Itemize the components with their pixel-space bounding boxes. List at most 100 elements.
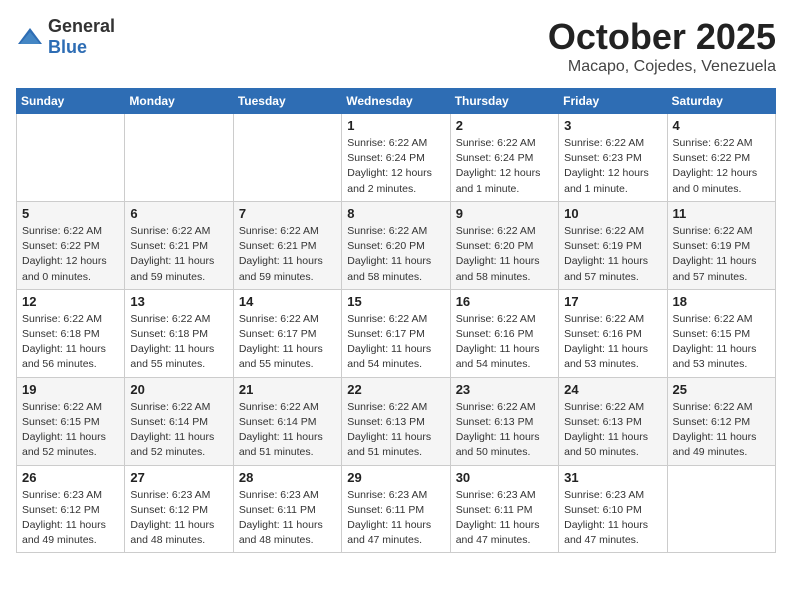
day-info: Sunrise: 6:22 AM Sunset: 6:21 PM Dayligh… xyxy=(130,224,227,285)
day-number: 21 xyxy=(239,382,336,397)
calendar-cell xyxy=(17,114,125,202)
day-number: 15 xyxy=(347,294,444,309)
calendar-cell: 29Sunrise: 6:23 AM Sunset: 6:11 PM Dayli… xyxy=(342,465,450,553)
day-number: 19 xyxy=(22,382,119,397)
day-info: Sunrise: 6:22 AM Sunset: 6:19 PM Dayligh… xyxy=(564,224,661,285)
weekday-header-saturday: Saturday xyxy=(667,89,775,114)
calendar-cell: 25 Sunrise: 6:22 AM Sunset: 6:12 PM Dayli… xyxy=(667,377,775,465)
day-info: Sunrise: 6:22 AM Sunset: 6:19 PM Dayligh… xyxy=(673,224,770,285)
calendar-cell: 1 Sunrise: 6:22 AM Sunset: 6:24 PM Daylig… xyxy=(342,114,450,202)
week-row-2: 12Sunrise: 6:22 AM Sunset: 6:18 PM Dayli… xyxy=(17,289,776,377)
location-subtitle: Macapo, Cojedes, Venezuela xyxy=(548,58,776,76)
calendar-body: 1 Sunrise: 6:22 AM Sunset: 6:24 PM Daylig… xyxy=(17,114,776,553)
calendar-cell: 23Sunrise: 6:22 AM Sunset: 6:13 PM Dayli… xyxy=(450,377,558,465)
day-info: Sunrise: 6:22 AM Sunset: 6:22 PM Dayligh… xyxy=(673,136,770,197)
calendar-cell: 13Sunrise: 6:22 AM Sunset: 6:18 PM Dayli… xyxy=(125,289,233,377)
calendar-cell: 17 Sunrise: 6:22 AM Sunset: 6:16 PM Dayli… xyxy=(559,289,667,377)
calendar-cell: 18 Sunrise: 6:22 AM Sunset: 6:15 PM Dayli… xyxy=(667,289,775,377)
calendar-header: SundayMondayTuesdayWednesdayThursdayFrid… xyxy=(17,89,776,114)
day-info: Sunrise: 6:23 AM Sunset: 6:11 PM Dayligh… xyxy=(456,488,553,549)
week-row-4: 26 Sunrise: 6:23 AM Sunset: 6:12 PM Dayli… xyxy=(17,465,776,553)
calendar-cell: 4 Sunrise: 6:22 AM Sunset: 6:22 PM Daylig… xyxy=(667,114,775,202)
calendar-cell xyxy=(125,114,233,202)
logo: General Blue xyxy=(16,16,115,58)
day-number: 31 xyxy=(564,470,661,485)
calendar-cell: 31 Sunrise: 6:23 AM Sunset: 6:10 PM Dayli… xyxy=(559,465,667,553)
week-row-1: 5 Sunrise: 6:22 AM Sunset: 6:22 PM Daylig… xyxy=(17,201,776,289)
day-info: Sunrise: 6:22 AM Sunset: 6:13 PM Dayligh… xyxy=(564,400,661,461)
calendar-cell: 7 Sunrise: 6:22 AM Sunset: 6:21 PM Daylig… xyxy=(233,201,341,289)
logo-icon xyxy=(16,26,44,48)
day-number: 16 xyxy=(456,294,553,309)
page-header: General Blue October 2025 Macapo, Cojede… xyxy=(16,16,776,76)
day-number: 6 xyxy=(130,206,227,221)
title-block: October 2025 Macapo, Cojedes, Venezuela xyxy=(548,16,776,76)
day-info: Sunrise: 6:22 AM Sunset: 6:21 PM Dayligh… xyxy=(239,224,336,285)
day-number: 1 xyxy=(347,118,444,133)
day-info: Sunrise: 6:22 AM Sunset: 6:17 PM Dayligh… xyxy=(347,312,444,373)
day-number: 25 xyxy=(673,382,770,397)
calendar-cell: 6 Sunrise: 6:22 AM Sunset: 6:21 PM Daylig… xyxy=(125,201,233,289)
day-info: Sunrise: 6:23 AM Sunset: 6:11 PM Dayligh… xyxy=(347,488,444,549)
weekday-header-monday: Monday xyxy=(125,89,233,114)
calendar-cell: 24 Sunrise: 6:22 AM Sunset: 6:13 PM Dayli… xyxy=(559,377,667,465)
day-info: Sunrise: 6:23 AM Sunset: 6:10 PM Dayligh… xyxy=(564,488,661,549)
day-number: 9 xyxy=(456,206,553,221)
day-info: Sunrise: 6:22 AM Sunset: 6:23 PM Dayligh… xyxy=(564,136,661,197)
calendar-cell: 5 Sunrise: 6:22 AM Sunset: 6:22 PM Daylig… xyxy=(17,201,125,289)
calendar-cell: 21Sunrise: 6:22 AM Sunset: 6:14 PM Dayli… xyxy=(233,377,341,465)
day-number: 4 xyxy=(673,118,770,133)
weekday-header-friday: Friday xyxy=(559,89,667,114)
calendar-cell: 28 Sunrise: 6:23 AM Sunset: 6:11 PM Dayli… xyxy=(233,465,341,553)
month-title: October 2025 xyxy=(548,16,776,58)
day-info: Sunrise: 6:22 AM Sunset: 6:15 PM Dayligh… xyxy=(673,312,770,373)
day-info: Sunrise: 6:23 AM Sunset: 6:11 PM Dayligh… xyxy=(239,488,336,549)
day-number: 23 xyxy=(456,382,553,397)
calendar-cell: 11 Sunrise: 6:22 AM Sunset: 6:19 PM Dayli… xyxy=(667,201,775,289)
day-number: 26 xyxy=(22,470,119,485)
day-number: 12 xyxy=(22,294,119,309)
day-info: Sunrise: 6:22 AM Sunset: 6:24 PM Dayligh… xyxy=(347,136,444,197)
day-info: Sunrise: 6:22 AM Sunset: 6:20 PM Dayligh… xyxy=(456,224,553,285)
day-info: Sunrise: 6:22 AM Sunset: 6:12 PM Dayligh… xyxy=(673,400,770,461)
day-number: 7 xyxy=(239,206,336,221)
weekday-header-sunday: Sunday xyxy=(17,89,125,114)
day-info: Sunrise: 6:22 AM Sunset: 6:22 PM Dayligh… xyxy=(22,224,119,285)
weekday-header-tuesday: Tuesday xyxy=(233,89,341,114)
day-number: 2 xyxy=(456,118,553,133)
calendar-cell: 2 Sunrise: 6:22 AM Sunset: 6:24 PM Daylig… xyxy=(450,114,558,202)
calendar-cell: 14Sunrise: 6:22 AM Sunset: 6:17 PM Dayli… xyxy=(233,289,341,377)
weekday-row: SundayMondayTuesdayWednesdayThursdayFrid… xyxy=(17,89,776,114)
day-info: Sunrise: 6:22 AM Sunset: 6:24 PM Dayligh… xyxy=(456,136,553,197)
calendar-cell: 20 Sunrise: 6:22 AM Sunset: 6:14 PM Dayli… xyxy=(125,377,233,465)
day-info: Sunrise: 6:22 AM Sunset: 6:13 PM Dayligh… xyxy=(347,400,444,461)
day-number: 18 xyxy=(673,294,770,309)
weekday-header-wednesday: Wednesday xyxy=(342,89,450,114)
day-info: Sunrise: 6:22 AM Sunset: 6:17 PM Dayligh… xyxy=(239,312,336,373)
day-info: Sunrise: 6:22 AM Sunset: 6:20 PM Dayligh… xyxy=(347,224,444,285)
calendar-cell: 3Sunrise: 6:22 AM Sunset: 6:23 PM Daylig… xyxy=(559,114,667,202)
day-number: 8 xyxy=(347,206,444,221)
week-row-0: 1 Sunrise: 6:22 AM Sunset: 6:24 PM Daylig… xyxy=(17,114,776,202)
day-info: Sunrise: 6:22 AM Sunset: 6:14 PM Dayligh… xyxy=(130,400,227,461)
calendar-cell: 26 Sunrise: 6:23 AM Sunset: 6:12 PM Dayli… xyxy=(17,465,125,553)
day-number: 11 xyxy=(673,206,770,221)
day-number: 30 xyxy=(456,470,553,485)
day-number: 28 xyxy=(239,470,336,485)
calendar-cell: 15 Sunrise: 6:22 AM Sunset: 6:17 PM Dayli… xyxy=(342,289,450,377)
day-number: 17 xyxy=(564,294,661,309)
day-info: Sunrise: 6:23 AM Sunset: 6:12 PM Dayligh… xyxy=(130,488,227,549)
calendar-cell: 27Sunrise: 6:23 AM Sunset: 6:12 PM Dayli… xyxy=(125,465,233,553)
weekday-header-thursday: Thursday xyxy=(450,89,558,114)
logo-blue: Blue xyxy=(48,37,87,57)
day-info: Sunrise: 6:22 AM Sunset: 6:16 PM Dayligh… xyxy=(564,312,661,373)
calendar-cell: 22Sunrise: 6:22 AM Sunset: 6:13 PM Dayli… xyxy=(342,377,450,465)
day-number: 20 xyxy=(130,382,227,397)
day-number: 5 xyxy=(22,206,119,221)
day-number: 24 xyxy=(564,382,661,397)
calendar-cell xyxy=(233,114,341,202)
day-info: Sunrise: 6:23 AM Sunset: 6:12 PM Dayligh… xyxy=(22,488,119,549)
calendar-cell: 10Sunrise: 6:22 AM Sunset: 6:19 PM Dayli… xyxy=(559,201,667,289)
calendar-cell: 19Sunrise: 6:22 AM Sunset: 6:15 PM Dayli… xyxy=(17,377,125,465)
logo-general: General xyxy=(48,16,115,36)
